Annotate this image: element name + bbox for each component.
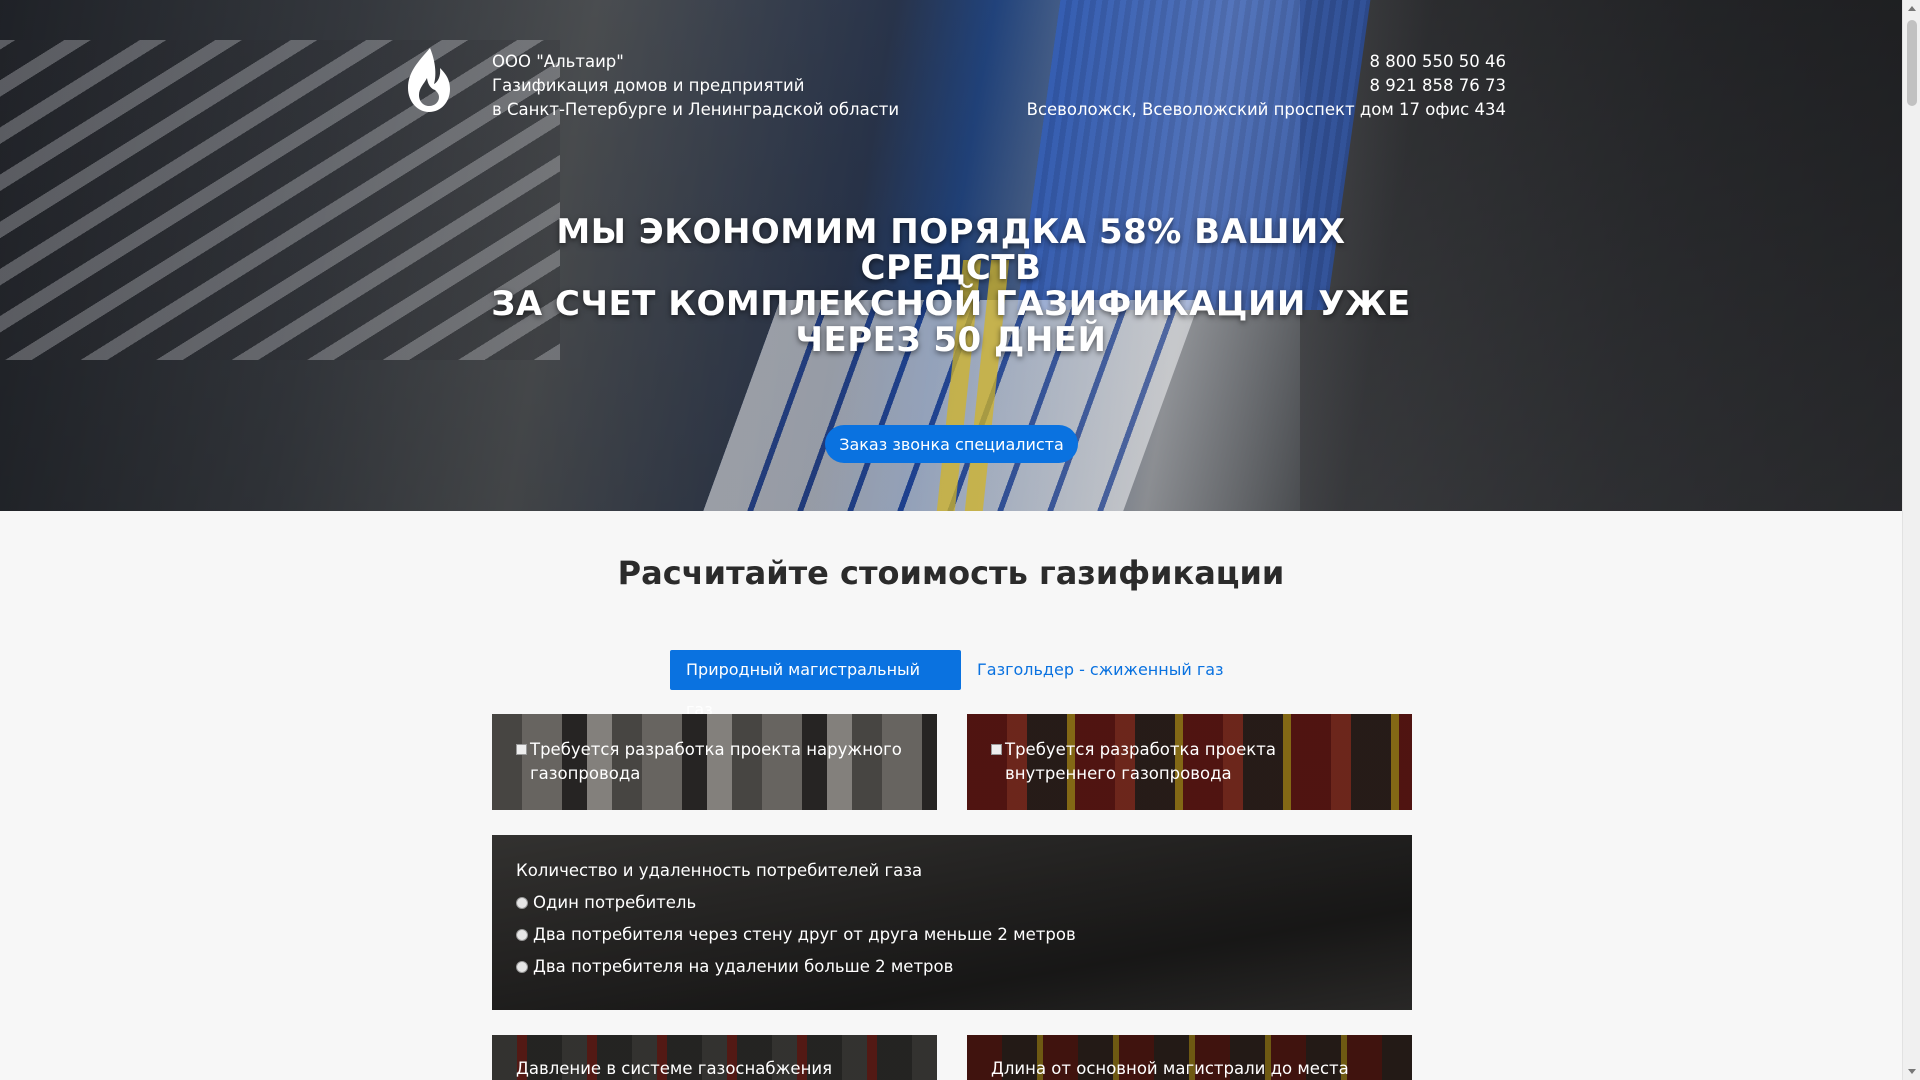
company-tagline: Газификация домов и предприятий	[492, 76, 805, 95]
request-callback-button[interactable]: Заказ звонка специалиста	[825, 425, 1078, 463]
consumer-option-label: Два потребителя через стену друг от друг…	[533, 925, 1076, 944]
flame-icon[interactable]	[404, 46, 454, 114]
internal-project-label: Требуется разработка проекта внутреннего…	[1005, 740, 1276, 783]
scrollbar-thumb[interactable]	[1907, 20, 1917, 106]
calculator-title: Расчитайте стоимость газификации	[617, 554, 1285, 592]
option-card-internal-project[interactable]: Требуется разработка проекта внутреннего…	[967, 714, 1412, 810]
scroll-up-icon[interactable]	[1908, 6, 1916, 11]
tab-natural-gas[interactable]: Природный магистральный газ	[670, 650, 961, 719]
consumer-option-two-near[interactable]: Два потребителя через стену друг от друг…	[516, 923, 1076, 947]
pressure-card: Давление в системе газоснабжения	[492, 1035, 937, 1080]
office-address: Всеволожск, Всеволожский проспект дом 17…	[1026, 100, 1506, 119]
distance-card: Длина от основной магистрали до места	[967, 1035, 1412, 1080]
consumer-radio[interactable]	[516, 929, 528, 941]
internal-project-option[interactable]: Требуется разработка проекта внутреннего…	[991, 738, 1388, 786]
option-card-external-project[interactable]: Требуется разработка проекта наружного г…	[492, 714, 937, 810]
external-project-option[interactable]: Требуется разработка проекта наружного г…	[516, 738, 913, 786]
headline-line: МЫ ЭКОНОМИМ ПОРЯДКА 58% ВАШИХ СРЕДСТВ	[556, 212, 1346, 288]
phone-secondary[interactable]: 8 921 858 76 73	[1027, 74, 1506, 98]
consumer-radio[interactable]	[516, 961, 528, 973]
contact-info: 8 800 550 50 46 8 921 858 76 73 Всеволож…	[1027, 50, 1506, 122]
phone-primary[interactable]: 8 800 550 50 46	[1027, 50, 1506, 74]
pressure-title: Давление в системе газоснабжения	[516, 1059, 833, 1078]
company-info: ООО "Альтаир" Газификация домов и предпр…	[492, 50, 899, 122]
distance-title: Длина от основной магистрали до места	[991, 1059, 1349, 1078]
external-project-checkbox[interactable]	[516, 744, 527, 755]
company-region: в Санкт-Петербурге и Ленинградской облас…	[492, 100, 900, 119]
headline-line: ЗА СЧЕТ КОМПЛЕКСНОЙ ГАЗИФИКАЦИИ УЖЕ	[491, 284, 1411, 324]
consumer-radio[interactable]	[516, 897, 528, 909]
internal-project-checkbox[interactable]	[991, 744, 1002, 755]
tab-gas-holder[interactable]: Газгольдер - сжиженный газ	[961, 650, 1240, 690]
external-project-label: Требуется разработка проекта наружного г…	[530, 740, 902, 783]
company-name: ООО "Альтаир"	[492, 52, 624, 71]
hero-headline: МЫ ЭКОНОМИМ ПОРЯДКА 58% ВАШИХ СРЕДСТВ ЗА…	[460, 214, 1442, 358]
hero-section: ООО "Альтаир" Газификация домов и предпр…	[0, 0, 1902, 511]
headline-line: ЧЕРЕЗ 50 ДНЕЙ	[795, 320, 1107, 360]
page-scrollbar[interactable]	[1902, 0, 1920, 1080]
consumers-card: Количество и удаленность потребителей га…	[492, 835, 1412, 1010]
scroll-down-icon[interactable]	[1908, 1069, 1916, 1074]
consumer-option-two-far[interactable]: Два потребителя на удалении больше 2 мет…	[516, 955, 953, 979]
consumer-option-one[interactable]: Один потребитель	[516, 891, 696, 915]
consumer-option-label: Один потребитель	[533, 893, 697, 912]
consumers-title: Количество и удаленность потребителей га…	[516, 861, 923, 880]
consumer-option-label: Два потребителя на удалении больше 2 мет…	[533, 957, 954, 976]
